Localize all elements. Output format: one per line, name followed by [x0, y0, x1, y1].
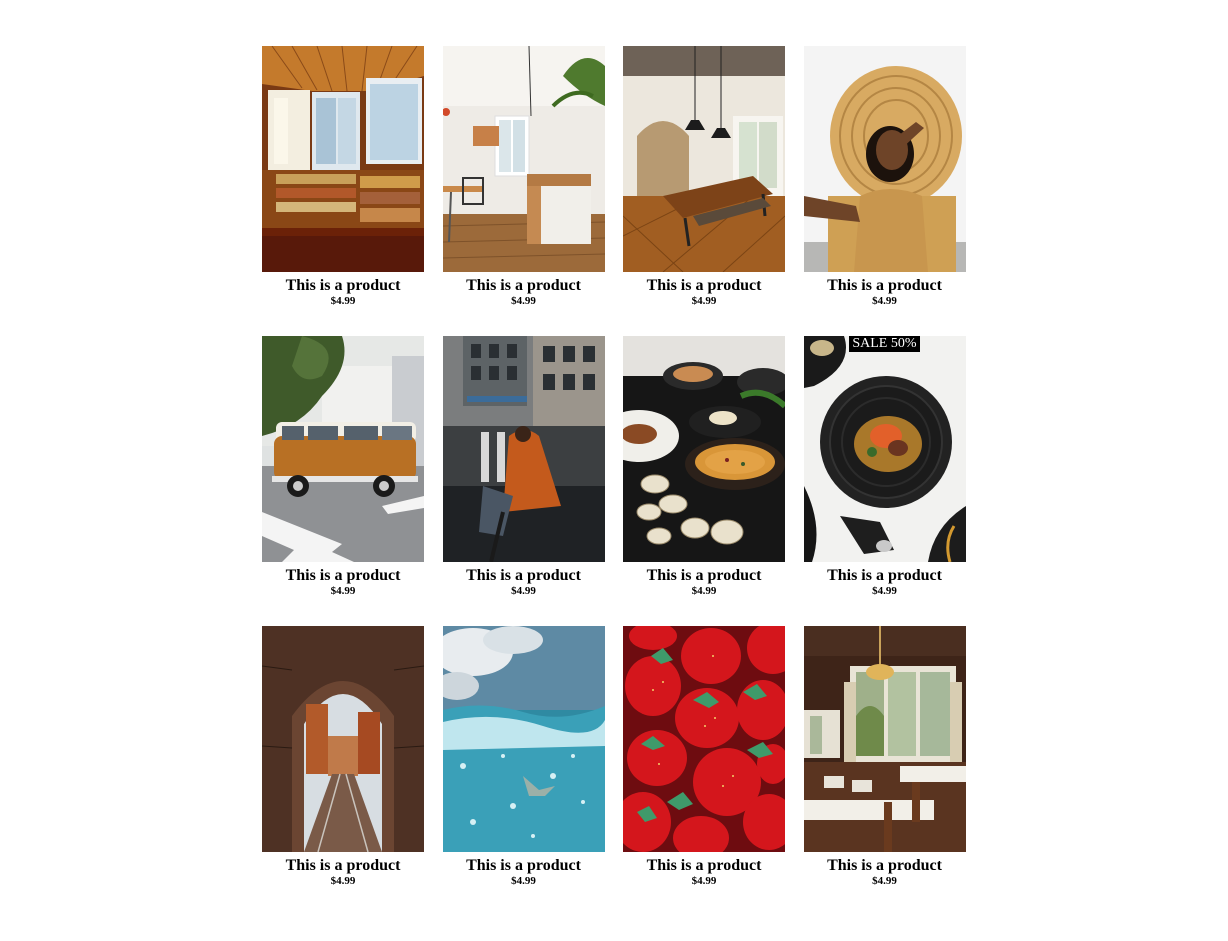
- restaurant-interior-photo[interactable]: [803, 626, 966, 852]
- product-title[interactable]: This is a product: [443, 567, 605, 585]
- product-card[interactable]: This is a product $4.99: [262, 336, 424, 599]
- product-card[interactable]: This is a product $4.99: [803, 46, 966, 309]
- product-price: $4.99: [511, 585, 536, 597]
- kitchen-interior-photo[interactable]: [442, 46, 605, 272]
- product-card[interactable]: This is a product $4.99: [442, 626, 605, 889]
- product-title[interactable]: This is a product: [262, 857, 424, 875]
- product-title[interactable]: This is a product: [443, 277, 605, 295]
- product-card[interactable]: This is a product $4.99: [262, 46, 424, 309]
- reading-nook-photo[interactable]: [262, 46, 424, 272]
- product-price: $4.99: [511, 875, 536, 887]
- product-card[interactable]: This is a product $4.99: [442, 336, 605, 599]
- product-price: $4.99: [330, 585, 356, 597]
- product-price: $4.99: [330, 295, 356, 307]
- product-title[interactable]: This is a product: [262, 567, 424, 585]
- product-title[interactable]: This is a product: [262, 277, 424, 295]
- product-card[interactable]: This is a product $4.99: [262, 626, 424, 889]
- product-card[interactable]: This is a product $4.99: [442, 46, 605, 309]
- product-price: $4.99: [691, 585, 717, 597]
- product-card[interactable]: This is a product $4.99: [623, 626, 785, 889]
- product-price: $4.99: [872, 585, 897, 597]
- sale-badge: SALE 50%: [849, 336, 920, 352]
- product-grid: This is a product $4.99 This is a produc…: [262, 46, 966, 889]
- product-card[interactable]: This is a product $4.99: [623, 336, 785, 599]
- product-price: $4.99: [872, 295, 897, 307]
- product-price: $4.99: [691, 875, 717, 887]
- woman-wicker-chair-photo[interactable]: [803, 46, 966, 272]
- product-price: $4.99: [511, 295, 536, 307]
- product-card[interactable]: SALE 50% This is a product $4.99: [803, 336, 966, 599]
- dining-room-photo[interactable]: [623, 46, 785, 272]
- strawberries-photo[interactable]: [623, 626, 785, 852]
- product-title[interactable]: This is a product: [804, 857, 966, 875]
- food-spread-photo[interactable]: [623, 336, 785, 562]
- product-price: $4.99: [691, 295, 717, 307]
- product-title[interactable]: This is a product: [623, 567, 785, 585]
- plated-dish-photo[interactable]: SALE 50%: [803, 336, 966, 562]
- product-title[interactable]: This is a product: [623, 857, 785, 875]
- product-title[interactable]: This is a product: [623, 277, 785, 295]
- product-title[interactable]: This is a product: [804, 567, 966, 585]
- product-title[interactable]: This is a product: [443, 857, 605, 875]
- product-price: $4.99: [330, 875, 356, 887]
- ocean-underwater-photo[interactable]: [442, 626, 605, 852]
- street-person-photo[interactable]: [442, 336, 605, 562]
- archway-street-photo[interactable]: [262, 626, 424, 852]
- product-card[interactable]: This is a product $4.99: [623, 46, 785, 309]
- vintage-van-photo[interactable]: [262, 336, 424, 562]
- product-price: $4.99: [872, 875, 897, 887]
- product-title[interactable]: This is a product: [804, 277, 966, 295]
- product-card[interactable]: This is a product $4.99: [803, 626, 966, 889]
